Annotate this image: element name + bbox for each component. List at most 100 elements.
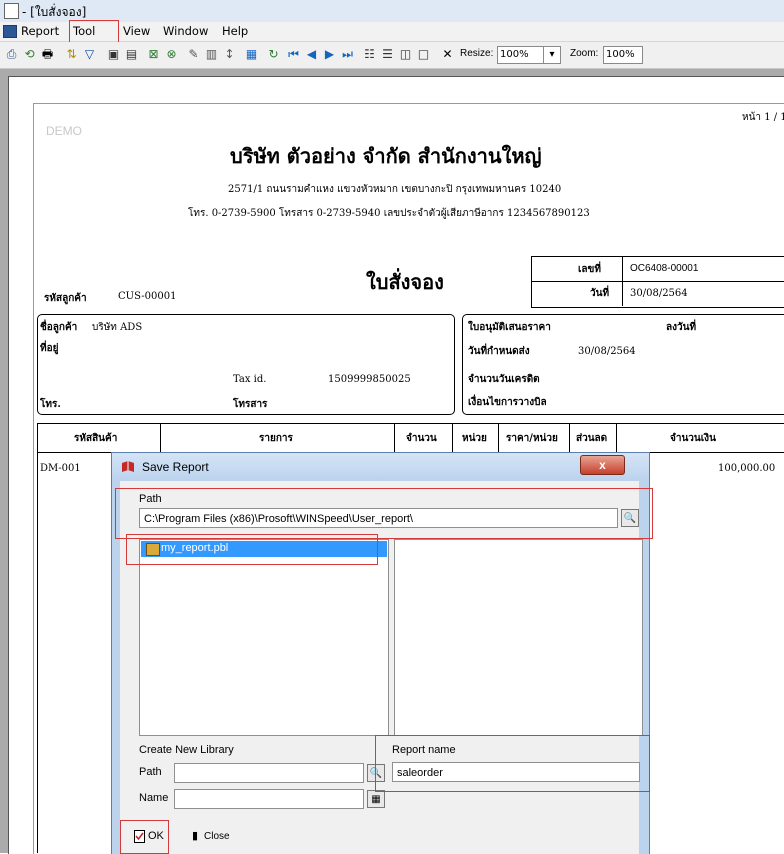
layout-icon[interactable]: ☷ [362, 47, 377, 62]
refresh-icon[interactable]: ↻ [266, 47, 281, 62]
column-header: จำนวน [406, 433, 437, 444]
quote-date-label: ลงวันที่ [666, 322, 697, 333]
page-number: หน้า 1 / 1 [742, 112, 784, 123]
calculator-icon[interactable]: ▦ [244, 47, 259, 62]
new-name-input[interactable] [174, 789, 364, 809]
filter-icon[interactable]: ▽ [82, 47, 97, 62]
path-value: C:\Program Files (x86)\Prosoft\WINSpeed\… [144, 513, 413, 525]
browse-new-path-button[interactable]: 🔍 [367, 764, 385, 782]
report-app-icon [4, 3, 19, 19]
zoom-value: 100% [606, 49, 635, 60]
create-library-label: Create New Library [139, 744, 234, 756]
columns-icon[interactable]: ▥ [204, 47, 219, 62]
export-icon[interactable]: ⊗ [164, 47, 179, 62]
credit-days-label: จำนวนวันเครดิต [468, 374, 540, 385]
save-as-icon[interactable]: ▣ [106, 47, 121, 62]
close-report-icon[interactable]: ✕ [440, 47, 455, 62]
report-name-input[interactable]: saleorder [392, 762, 640, 782]
new-library-icon: ▦ [371, 794, 381, 805]
dialog-body: Path C:\Program Files (x86)\Prosoft\WINS… [120, 481, 643, 854]
resize-select[interactable]: 100% [497, 46, 545, 64]
prev-page-icon[interactable]: ◀ [304, 47, 319, 62]
close-button[interactable]: ▮ Close [192, 827, 242, 847]
menu-report[interactable]: Report [21, 24, 59, 38]
column-header: หน่วย [462, 433, 487, 444]
next-page-icon[interactable]: ▶ [322, 47, 337, 62]
new-name-label: Name [139, 792, 169, 804]
folder-search-icon: 🔍 [623, 513, 637, 524]
path-input[interactable]: C:\Program Files (x86)\Prosoft\WINSpeed\… [139, 508, 618, 528]
open-icon[interactable]: ▤ [124, 47, 139, 62]
rows-icon[interactable]: ☰ [380, 47, 395, 62]
doc-info-divider [532, 281, 784, 282]
library-icon [146, 543, 160, 556]
dialog-close-icon[interactable]: x [580, 455, 625, 475]
resize-dropdown-chevron-icon[interactable]: ▾ [543, 46, 561, 64]
mdi-window-icon[interactable] [3, 25, 17, 38]
company-address: 2571/1 ถนนรามคำแหง แขวงหัวหมาก เขตบางกะป… [228, 184, 562, 195]
ok-checkbox-icon [134, 830, 145, 843]
printer-icon[interactable]: 🖶 [40, 47, 55, 62]
table-left-line [37, 423, 38, 853]
menu-tool[interactable]: Tool [73, 24, 95, 38]
report-name-value: saleorder [397, 767, 443, 779]
dialog-titlebar[interactable]: Save Report x [112, 453, 649, 480]
sort-icon[interactable]: ⇅ [64, 47, 79, 62]
item-amount: 100,000.00 [718, 463, 776, 474]
last-page-icon[interactable]: ⏭ [340, 47, 355, 62]
dialog-title: Save Report [142, 460, 209, 474]
create-library-button[interactable]: ▦ [367, 790, 385, 808]
library-listbox[interactable]: my_report.pbl [139, 539, 389, 736]
edit-icon[interactable]: ✎ [186, 47, 201, 62]
resize-value: 100% [500, 49, 529, 60]
library-item-selected[interactable]: my_report.pbl [141, 541, 387, 557]
save-report-icon [122, 461, 134, 472]
window-titlebar: - [ใบสั่งจอง] [0, 0, 784, 22]
customer-code-label: รหัสลูกค้า [44, 293, 87, 304]
table-top-line [37, 423, 784, 424]
report-listbox[interactable] [394, 539, 643, 736]
retrieve-icon[interactable]: ⟲ [22, 47, 37, 62]
single-page-icon[interactable]: □ [416, 47, 431, 62]
fax-label: โทรสาร [233, 399, 268, 410]
ok-label: OK [148, 830, 164, 842]
demo-watermark: DEMO [46, 124, 82, 138]
menu-view[interactable]: View [123, 24, 150, 38]
door-icon: ▮ [192, 829, 199, 842]
tel-label: โทร. [40, 399, 61, 410]
customer-name-label: ชื่อลูกค้า [40, 322, 78, 333]
row-height-icon[interactable]: ↕ [222, 47, 237, 62]
zoom-select[interactable]: 100% [603, 46, 643, 64]
save-report-dialog: Save Report x Path C:\Program Files (x86… [111, 452, 650, 854]
new-path-input[interactable] [174, 763, 364, 783]
library-item-label: my_report.pbl [161, 542, 229, 554]
window-title: - [ใบสั่งจอง] [22, 5, 87, 19]
resize-label: Resize: [460, 48, 494, 59]
doc-no-value: OC6408-00001 [630, 263, 699, 274]
billing-condition-label: เงื่อนไขการวางบิล [468, 397, 547, 408]
browse-path-button[interactable]: 🔍 [621, 509, 639, 527]
print-preview-icon[interactable]: ⎙ [4, 47, 19, 62]
menu-window[interactable]: Window [163, 24, 208, 38]
column-header: รหัสสินค้า [74, 433, 118, 444]
date-label: วันที่ [590, 288, 610, 299]
ship-date-value: 30/08/2564 [578, 346, 636, 357]
company-contact: โทร. 0-2739-5900 โทรสาร 0-2739-5940 เลขป… [188, 208, 590, 219]
ok-button[interactable]: OK [132, 827, 172, 847]
menu-help[interactable]: Help [222, 24, 248, 38]
first-page-icon[interactable]: ⏮ [286, 47, 301, 62]
column-header: รายการ [259, 433, 293, 444]
path-label: Path [139, 493, 162, 505]
new-path-label: Path [139, 766, 162, 778]
export-excel-icon[interactable]: ⊠ [146, 47, 161, 62]
close-label: Close [204, 831, 230, 842]
customer-name-value: บริษัท ADS [92, 322, 143, 333]
item-code: DM-001 [40, 463, 81, 474]
document-title: ใบสั่งจอง [366, 270, 444, 294]
quote-label: ใบอนุมัติเสนอราคา [468, 322, 551, 333]
toolbar: ⎙ ⟲ 🖶 ⇅ ▽ ▣ ▤ ⊠ ⊗ ✎ ▥ ↕ ▦ ↻ ⏮ ◀ ▶ ⏭ ☷ ☰ … [0, 42, 784, 69]
ship-date-label: วันที่กำหนดส่ง [468, 346, 530, 357]
menu-bar: Report Tool View Window Help [0, 22, 784, 42]
two-page-icon[interactable]: ◫ [398, 47, 413, 62]
zoom-label: Zoom: [570, 48, 599, 59]
